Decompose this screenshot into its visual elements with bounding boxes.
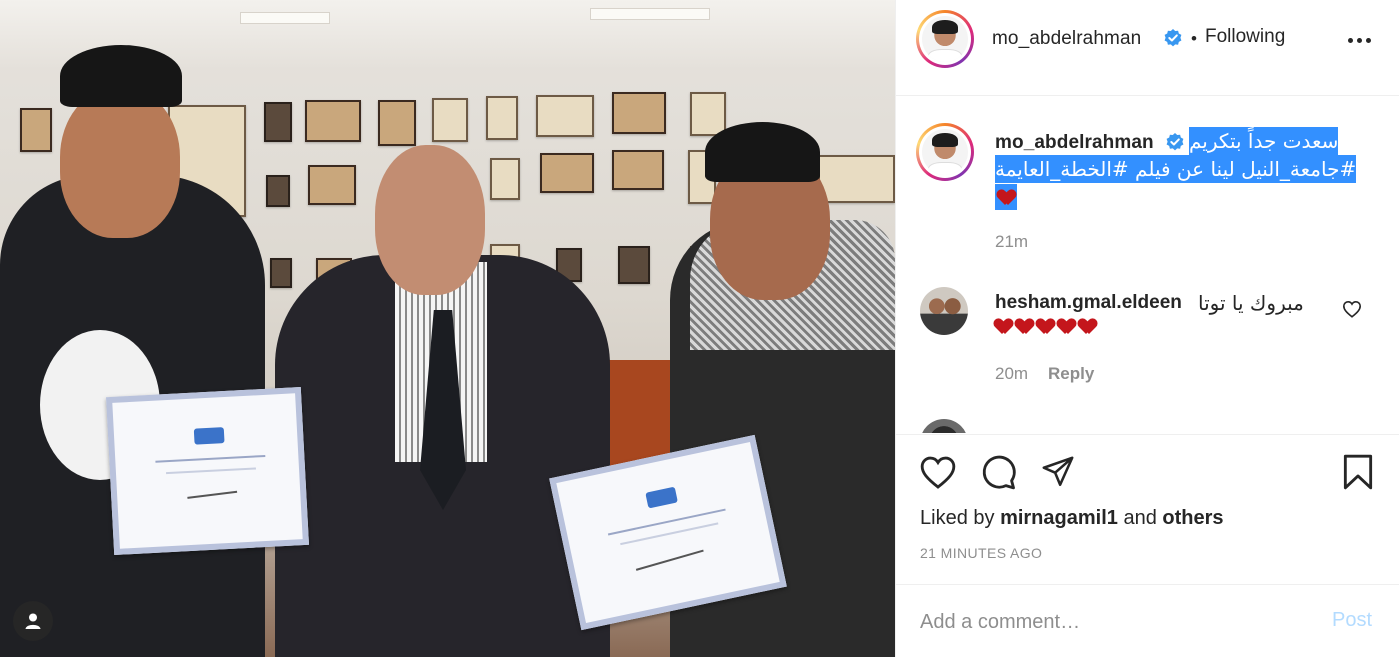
post-photo[interactable] xyxy=(0,0,895,657)
comment-time[interactable]: 20m xyxy=(995,364,1028,384)
comment-hearts-emoji xyxy=(995,319,1096,334)
likes-prefix: Liked by xyxy=(920,507,995,529)
caption-text-line1: سعدت جداً بتكريم xyxy=(1189,127,1339,155)
caption-heart-emoji xyxy=(995,184,1017,210)
photo-person-left-head xyxy=(60,88,180,238)
post-actions: Liked by mirnagamil1 and others 21 MINUT… xyxy=(896,434,1399,584)
photo-wall-frame xyxy=(540,153,594,193)
photo-person-right-cap xyxy=(705,122,820,182)
photo-wall-frame xyxy=(490,158,520,200)
add-comment-input[interactable] xyxy=(920,607,1310,637)
user-tag-icon[interactable] xyxy=(13,601,53,641)
comment-like-heart-icon[interactable] xyxy=(1342,300,1362,318)
paper-plane-icon[interactable] xyxy=(1040,455,1076,489)
post-header: mo_abdelrahman • Following xyxy=(896,0,1399,96)
photo-wall-frame xyxy=(818,155,895,203)
photo-wall-frame xyxy=(266,175,290,207)
comment-reply-button[interactable]: Reply xyxy=(1048,364,1094,384)
commenter-avatar[interactable] xyxy=(920,287,968,335)
author-avatar[interactable] xyxy=(916,10,974,68)
photo-certificate-logo xyxy=(645,486,678,509)
photo-wall-frame xyxy=(378,100,416,146)
comments-list[interactable]: mo_abdelrahman سعدت جداً بتكريم #جامعة_ا… xyxy=(896,97,1399,433)
photo-person-left-cap xyxy=(60,45,182,107)
likes-user-link[interactable]: mirnagamil1 xyxy=(1000,507,1118,529)
photo-certificate-left xyxy=(105,387,310,555)
post-timestamp[interactable]: 21 MINUTES AGO xyxy=(920,545,1042,561)
header-separator: • xyxy=(1191,29,1197,48)
photo-certificate-logo xyxy=(193,427,225,445)
photo-wall-frame xyxy=(432,98,468,142)
photo-certificate-line xyxy=(155,454,266,463)
photo-wall-frame xyxy=(308,165,356,205)
verified-badge-icon xyxy=(1166,133,1184,151)
heart-outline-icon[interactable] xyxy=(919,454,957,490)
post-side-panel: mo_abdelrahman • Following mo_abdelrahma… xyxy=(895,0,1399,657)
post-comment-button[interactable]: Post xyxy=(1332,609,1372,632)
caption-time[interactable]: 21m xyxy=(995,232,1028,252)
photo-wall-frame xyxy=(536,95,594,137)
verified-badge-icon xyxy=(1164,29,1182,47)
photo-wall-frame xyxy=(486,96,518,140)
more-options-icon[interactable] xyxy=(1339,27,1379,53)
photo-certificate-signature xyxy=(635,549,704,571)
caption-author-username[interactable]: mo_abdelrahman xyxy=(995,132,1154,154)
bookmark-icon[interactable] xyxy=(1340,453,1376,491)
speech-bubble-icon[interactable] xyxy=(979,453,1017,491)
photo-wall-frame xyxy=(270,258,292,288)
photo-person-middle-head xyxy=(375,145,485,295)
photo-wall-frame xyxy=(612,150,664,190)
commenter-avatar[interactable] xyxy=(920,419,968,433)
author-username[interactable]: mo_abdelrahman xyxy=(992,28,1141,50)
likes-summary: Liked by mirnagamil1 and others xyxy=(920,507,1224,530)
following-button[interactable]: Following xyxy=(1205,26,1285,48)
photo-ceiling-light xyxy=(240,12,330,24)
likes-others-link[interactable]: others xyxy=(1162,507,1223,529)
caption-author-avatar[interactable] xyxy=(916,123,974,181)
photo-wall-frame xyxy=(20,108,52,152)
comment-username[interactable]: hesham.gmal.eldeen xyxy=(995,292,1182,314)
photo-wall-frame xyxy=(612,92,666,134)
caption-text-line2: #جامعة_النيل لينا عن فيلم #الخطة_العايمة xyxy=(995,155,1357,183)
photo-certificate-line xyxy=(620,522,719,546)
photo-wall-frame xyxy=(618,246,650,284)
photo-certificate-signature xyxy=(187,490,238,499)
add-comment-bar: Post xyxy=(896,584,1399,657)
photo-ceiling-light xyxy=(590,8,710,20)
photo-certificate-line xyxy=(607,508,726,536)
photo-wall-frame xyxy=(264,102,292,142)
photo-wall-frame xyxy=(690,92,726,136)
comment-text: مبروك يا توتا xyxy=(1198,291,1304,315)
photo-wall-frame xyxy=(305,100,361,142)
likes-joiner: and xyxy=(1123,507,1157,529)
photo-certificate-line xyxy=(166,467,256,475)
